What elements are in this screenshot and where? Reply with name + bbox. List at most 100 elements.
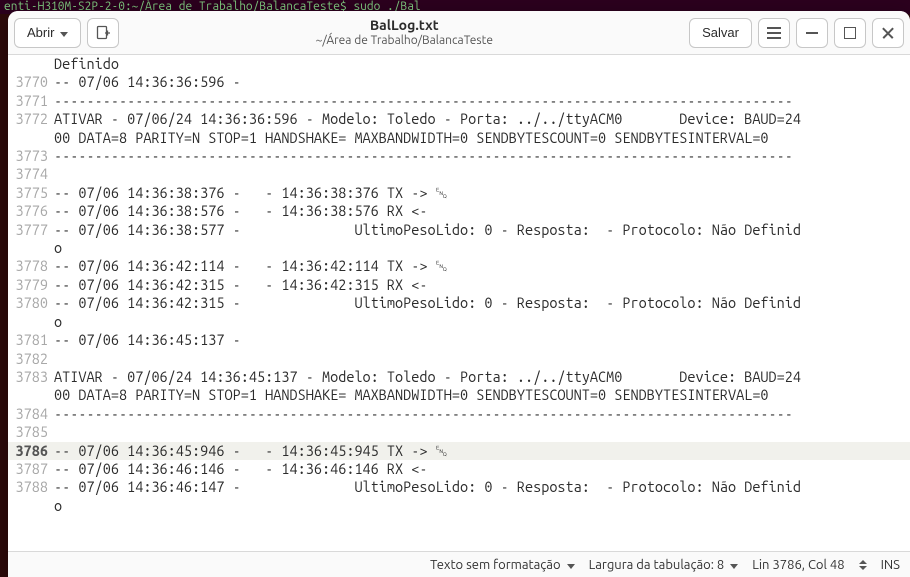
line-nav[interactable] [859, 560, 867, 570]
line-content: ----------------------------------------… [52, 405, 910, 423]
line-number [8, 129, 52, 147]
line-number [8, 55, 52, 73]
gedit-window: Abrir BalLog.txt ~/Área de Trabalho/Bala… [8, 11, 910, 577]
editor-line[interactable]: 00 DATA=8 PARITY=N STOP=1 HANDSHAKE= MAX… [8, 129, 910, 147]
editor-line[interactable]: o [8, 497, 910, 515]
editor-line[interactable]: 3779-- 07/06 14:36:42:315 - - 14:36:42:3… [8, 276, 910, 294]
editor-line[interactable]: 3784------------------------------------… [8, 405, 910, 423]
line-content [52, 423, 910, 441]
new-document-icon [95, 25, 111, 41]
editor-line[interactable]: 3770-- 07/06 14:36:36:596 - [8, 73, 910, 91]
editor-line[interactable]: 3781-- 07/06 14:36:45:137 - [8, 331, 910, 349]
line-number [8, 497, 52, 515]
line-content [52, 350, 910, 368]
line-number: 3781 [8, 331, 52, 349]
maximize-icon [844, 27, 856, 39]
hamburger-icon [767, 27, 781, 39]
editor-line[interactable]: 3783ATIVAR - 07/06/24 14:36:45:137 - Mod… [8, 368, 910, 386]
line-content: 00 DATA=8 PARITY=N STOP=1 HANDSHAKE= MAX… [52, 129, 910, 147]
editor-line[interactable]: 3775-- 07/06 14:36:38:376 - - 14:36:38:3… [8, 184, 910, 202]
window-title: BalLog.txt [125, 17, 683, 34]
editor-line[interactable]: 3785 [8, 423, 910, 441]
editor-line[interactable]: 3773------------------------------------… [8, 147, 910, 165]
editor-line[interactable]: 3782 [8, 350, 910, 368]
editor-line[interactable]: 3778-- 07/06 14:36:42:114 - - 14:36:42:1… [8, 257, 910, 275]
save-button[interactable]: Salvar [689, 18, 752, 48]
chevron-down-icon [60, 25, 68, 40]
line-content: -- 07/06 14:36:42:315 - - 14:36:42:315 R… [52, 276, 910, 294]
line-number [8, 239, 52, 257]
statusbar: Texto sem formatação Largura da tabulaçã… [8, 551, 910, 577]
line-content: -- 07/06 14:36:46:147 - UltimoPesoLido: … [52, 478, 910, 496]
tab-width-label: Largura da tabulação: 8 [589, 558, 725, 572]
line-number: 3780 [8, 294, 52, 312]
line-content: ATIVAR - 07/06/24 14:36:45:137 - Modelo:… [52, 368, 910, 386]
line-content: o [52, 313, 910, 331]
line-content: o [52, 239, 910, 257]
line-number: 3786 [8, 442, 52, 460]
window-subtitle: ~/Área de Trabalho/BalancaTeste [125, 34, 683, 48]
cursor-position: Lin 3786, Col 48 [752, 558, 844, 572]
syntax-label: Texto sem formatação [430, 558, 560, 572]
line-number: 3778 [8, 257, 52, 275]
window-close-button[interactable] [872, 18, 904, 48]
window-maximize-button[interactable] [834, 18, 866, 48]
editor-line[interactable]: 3780-- 07/06 14:36:42:315 - UltimoPesoLi… [8, 294, 910, 312]
line-content: o [52, 497, 910, 515]
chevron-down-icon [730, 558, 738, 572]
editor-line[interactable]: 3772ATIVAR - 07/06/24 14:36:36:596 - Mod… [8, 110, 910, 128]
syntax-selector[interactable]: Texto sem formatação [430, 558, 574, 572]
open-button-label: Abrir [27, 25, 54, 40]
line-number [8, 386, 52, 404]
editor-line[interactable]: o [8, 239, 910, 257]
cursor-position-label: Lin 3786, Col 48 [752, 558, 844, 572]
line-number [8, 313, 52, 331]
save-button-label: Salvar [702, 25, 739, 40]
line-content: -- 07/06 14:36:42:114 - - 14:36:42:114 T… [52, 257, 910, 275]
line-number: 3777 [8, 221, 52, 239]
line-number: 3772 [8, 110, 52, 128]
line-content: -- 07/06 14:36:42:315 - UltimoPesoLido: … [52, 294, 910, 312]
line-content: Definido [52, 55, 910, 73]
editor-line[interactable]: 3788-- 07/06 14:36:46:147 - UltimoPesoLi… [8, 478, 910, 496]
editor-line[interactable]: o [8, 313, 910, 331]
line-content: ----------------------------------------… [52, 92, 910, 110]
editor-line[interactable]: 3771------------------------------------… [8, 92, 910, 110]
insert-mode-label: INS [881, 558, 900, 572]
titlebar: Abrir BalLog.txt ~/Área de Trabalho/Bala… [8, 11, 910, 55]
new-tab-button[interactable] [87, 18, 119, 48]
line-content: -- 07/06 14:36:45:137 - [52, 331, 910, 349]
editor-line[interactable]: 3776-- 07/06 14:36:38:576 - - 14:36:38:5… [8, 202, 910, 220]
editor-line[interactable]: Definido [8, 55, 910, 73]
line-content: -- 07/06 14:36:38:376 - - 14:36:38:376 T… [52, 184, 910, 202]
minimize-icon [806, 32, 818, 34]
open-button[interactable]: Abrir [14, 18, 81, 48]
line-number: 3788 [8, 478, 52, 496]
window-minimize-button[interactable] [796, 18, 828, 48]
line-number: 3770 [8, 73, 52, 91]
editor-line[interactable]: 3787-- 07/06 14:36:46:146 - - 14:36:46:1… [8, 460, 910, 478]
editor-line[interactable]: 00 DATA=8 PARITY=N STOP=1 HANDSHAKE= MAX… [8, 386, 910, 404]
insert-mode[interactable]: INS [881, 558, 900, 572]
hamburger-menu-button[interactable] [758, 18, 790, 48]
line-number: 3779 [8, 276, 52, 294]
line-content: 00 DATA=8 PARITY=N STOP=1 HANDSHAKE= MAX… [52, 386, 910, 404]
line-number: 3773 [8, 147, 52, 165]
editor-line[interactable]: 3774 [8, 165, 910, 183]
editor-line[interactable]: 3777-- 07/06 14:36:38:577 - UltimoPesoLi… [8, 221, 910, 239]
line-number: 3771 [8, 92, 52, 110]
editor-line[interactable]: 3786-- 07/06 14:36:45:946 - - 14:36:45:9… [8, 442, 910, 460]
line-number: 3783 [8, 368, 52, 386]
line-content: -- 07/06 14:36:38:576 - - 14:36:38:576 R… [52, 202, 910, 220]
up-down-icon [859, 560, 867, 570]
line-content: ----------------------------------------… [52, 147, 910, 165]
line-number: 3776 [8, 202, 52, 220]
line-content: -- 07/06 14:36:38:577 - UltimoPesoLido: … [52, 221, 910, 239]
line-number: 3782 [8, 350, 52, 368]
editor-area[interactable]: Definido3770-- 07/06 14:36:36:596 - 3771… [8, 55, 910, 551]
line-content: -- 07/06 14:36:45:946 - - 14:36:45:945 T… [52, 442, 910, 460]
line-content: -- 07/06 14:36:46:146 - - 14:36:46:146 R… [52, 460, 910, 478]
chevron-down-icon [567, 558, 575, 572]
tab-width-selector[interactable]: Largura da tabulação: 8 [589, 558, 739, 572]
line-content [52, 165, 910, 183]
